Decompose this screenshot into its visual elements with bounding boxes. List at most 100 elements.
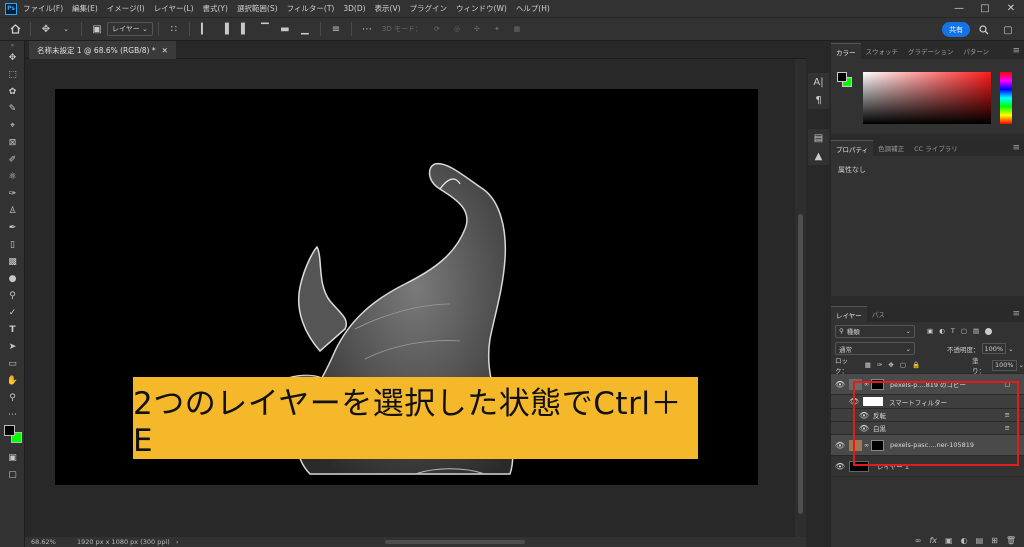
share-button[interactable]: 共有 — [942, 22, 970, 37]
zoom-level[interactable]: 68.62% — [31, 538, 69, 546]
more-icon[interactable]: ⋯ — [360, 21, 374, 37]
chevron-down-icon[interactable]: ⌄ — [1008, 345, 1013, 353]
new-group-icon[interactable]: ▤ — [976, 536, 984, 545]
menu-filter[interactable]: フィルター(T) — [287, 3, 335, 14]
fx-icon[interactable]: fx — [929, 536, 937, 545]
maximize-icon[interactable]: □ — [972, 0, 998, 17]
fg-bg-color-chips[interactable] — [837, 72, 852, 87]
3d-slide-icon[interactable]: ✦ — [490, 21, 504, 37]
document-tab[interactable]: 名称未設定 1 @ 68.6% (RGB/8) * ✕ — [29, 41, 176, 59]
menu-type[interactable]: 書式(Y) — [203, 3, 228, 14]
menu-file[interactable]: ファイル(F) — [23, 3, 63, 14]
align-vcenter-icon[interactable]: ▬ — [278, 21, 292, 37]
shape-tool-icon[interactable]: ▭ — [0, 355, 25, 372]
collapse-icon[interactable]: » — [0, 41, 25, 49]
lock-transparent-icon[interactable]: ▦ — [865, 361, 871, 369]
menu-image[interactable]: イメージ(I) — [107, 3, 145, 14]
panel-menu-icon[interactable]: ≡ — [1012, 306, 1020, 322]
3d-pan-icon[interactable]: ✣ — [470, 21, 484, 37]
path-select-tool-icon[interactable]: ➤ — [0, 338, 25, 355]
panel-menu-icon[interactable]: ≡ — [1012, 140, 1020, 156]
lock-paint-icon[interactable]: ✑ — [877, 361, 882, 369]
opacity-field[interactable]: 100% — [981, 343, 1007, 354]
tab-swatches[interactable]: スウォッチ — [861, 43, 904, 59]
tab-layers[interactable]: レイヤー — [831, 306, 867, 322]
ps-logo-icon[interactable]: Ps — [5, 2, 17, 15]
trash-icon[interactable]: 🗑 — [1006, 536, 1016, 545]
chevron-up-icon[interactable]: ⌃ — [1015, 380, 1020, 388]
menu-layer[interactable]: レイヤー(L) — [154, 3, 194, 14]
3d-scale-icon[interactable]: ▦ — [510, 21, 524, 37]
eyedropper-tool-icon[interactable]: ✐ — [0, 151, 25, 168]
canvas-area[interactable]: 2つのレイヤーを選択した状態でCtrl＋E — [25, 59, 795, 537]
crop-tool-icon[interactable]: ⌖ — [0, 117, 25, 134]
workspace-icon[interactable]: ▢ — [1001, 22, 1015, 38]
color-swatches[interactable] — [0, 423, 25, 449]
close-icon[interactable]: ✕ — [998, 0, 1024, 17]
auto-select-icon[interactable]: ▣ — [90, 21, 104, 37]
align-top-icon[interactable]: ▔ — [258, 21, 272, 37]
eye-icon[interactable]: 👁 — [845, 397, 863, 406]
tab-adjustments[interactable]: 色調補正 — [873, 140, 909, 156]
quick-mask-icon[interactable]: ▣ — [0, 449, 25, 466]
3d-roll-icon[interactable]: ◎ — [450, 21, 464, 37]
hue-slider[interactable] — [1000, 72, 1012, 124]
vertical-scrollbar[interactable] — [795, 59, 806, 537]
add-mask-icon[interactable]: ▣ — [945, 536, 953, 545]
adjustment-layer-icon[interactable]: ◐ — [961, 536, 968, 545]
eye-icon[interactable]: 👁 — [855, 411, 873, 420]
eraser-tool-icon[interactable]: ▯ — [0, 236, 25, 253]
auto-select-target-dropdown[interactable]: レイヤー ⌄ — [107, 22, 153, 36]
eye-icon[interactable]: 👁 — [831, 462, 849, 471]
minimize-icon[interactable]: — — [946, 0, 972, 17]
brush-tool-icon[interactable]: ✑ — [0, 185, 25, 202]
menu-view[interactable]: 表示(V) — [375, 3, 401, 14]
quick-select-tool-icon[interactable]: ✎ — [0, 100, 25, 117]
filter-smart-icon[interactable]: ▤ — [973, 327, 979, 335]
new-layer-icon[interactable]: ⊞ — [991, 536, 998, 545]
align-left-icon[interactable]: ▎ — [198, 21, 212, 37]
layer-row-original[interactable]: 👁 ∞ pexels-pasc....ner-105819 — [831, 435, 1024, 456]
color-picker-field[interactable] — [863, 72, 991, 124]
filter-type-icon[interactable]: T — [951, 327, 955, 335]
screen-mode-icon[interactable]: ▢ — [0, 466, 25, 483]
stamp-tool-icon[interactable]: ♙ — [0, 202, 25, 219]
tab-patterns[interactable]: パターン — [958, 43, 994, 59]
transform-controls-icon[interactable]: ∷ — [167, 21, 181, 37]
3d-orbit-icon[interactable]: ⟳ — [430, 21, 444, 37]
eye-icon[interactable]: 👁 — [831, 380, 849, 389]
tab-properties[interactable]: プロパティ — [831, 140, 874, 156]
marquee-tool-icon[interactable]: ⬚ — [0, 66, 25, 83]
pen-tool-icon[interactable]: ✓ — [0, 304, 25, 321]
filter-kind-dropdown[interactable]: ⚲ 種類 ⌄ — [835, 324, 915, 338]
align-bottom-icon[interactable]: ▁ — [298, 21, 312, 37]
glyphs-panel-icon[interactable]: ▤ — [808, 129, 829, 147]
menu-plugins[interactable]: プラグイン — [410, 3, 448, 14]
filter-pixel-icon[interactable]: ▣ — [927, 327, 933, 335]
layer-row-smart-copy[interactable]: 👁 ∞ pexels-p....819 のコピー ▢ ⌃ — [831, 374, 1024, 395]
character-panel-icon[interactable]: A| — [808, 73, 829, 91]
chevron-right-icon[interactable]: › — [176, 538, 179, 546]
menu-3d[interactable]: 3D(D) — [343, 4, 365, 13]
filter-adjust-icon[interactable]: ◐ — [939, 327, 945, 335]
more-tools-icon[interactable]: ⋯ — [0, 406, 25, 423]
chevron-down-icon[interactable]: ⌄ — [1019, 361, 1024, 369]
lasso-tool-icon[interactable]: ✿ — [0, 83, 25, 100]
move-tool-icon[interactable]: ✥ — [39, 21, 53, 37]
distribute-icon[interactable]: ≡ — [329, 21, 343, 37]
healing-tool-icon[interactable]: ⚛ — [0, 168, 25, 185]
foreground-color-swatch[interactable] — [4, 425, 15, 436]
blur-tool-icon[interactable]: ● — [0, 270, 25, 287]
foreground-color-chip[interactable] — [837, 72, 847, 82]
frame-tool-icon[interactable]: ⊠ — [0, 134, 25, 151]
search-icon[interactable] — [977, 22, 991, 38]
filter-toggle-icon[interactable] — [985, 327, 993, 335]
type-tool-icon[interactable]: T — [0, 321, 25, 338]
close-tab-icon[interactable]: ✕ — [162, 46, 168, 55]
layer-row-layer-1[interactable]: 👁 レイヤー 1 — [831, 456, 1024, 477]
layer-row-black-white[interactable]: 👁 白黒 ≅ — [831, 422, 1024, 435]
tab-cc-libraries[interactable]: CC ライブラリ — [909, 140, 963, 156]
fill-field[interactable]: 100% — [991, 359, 1017, 371]
filter-options-icon[interactable]: ≅ — [1005, 411, 1010, 419]
menu-select[interactable]: 選択範囲(S) — [237, 3, 278, 14]
